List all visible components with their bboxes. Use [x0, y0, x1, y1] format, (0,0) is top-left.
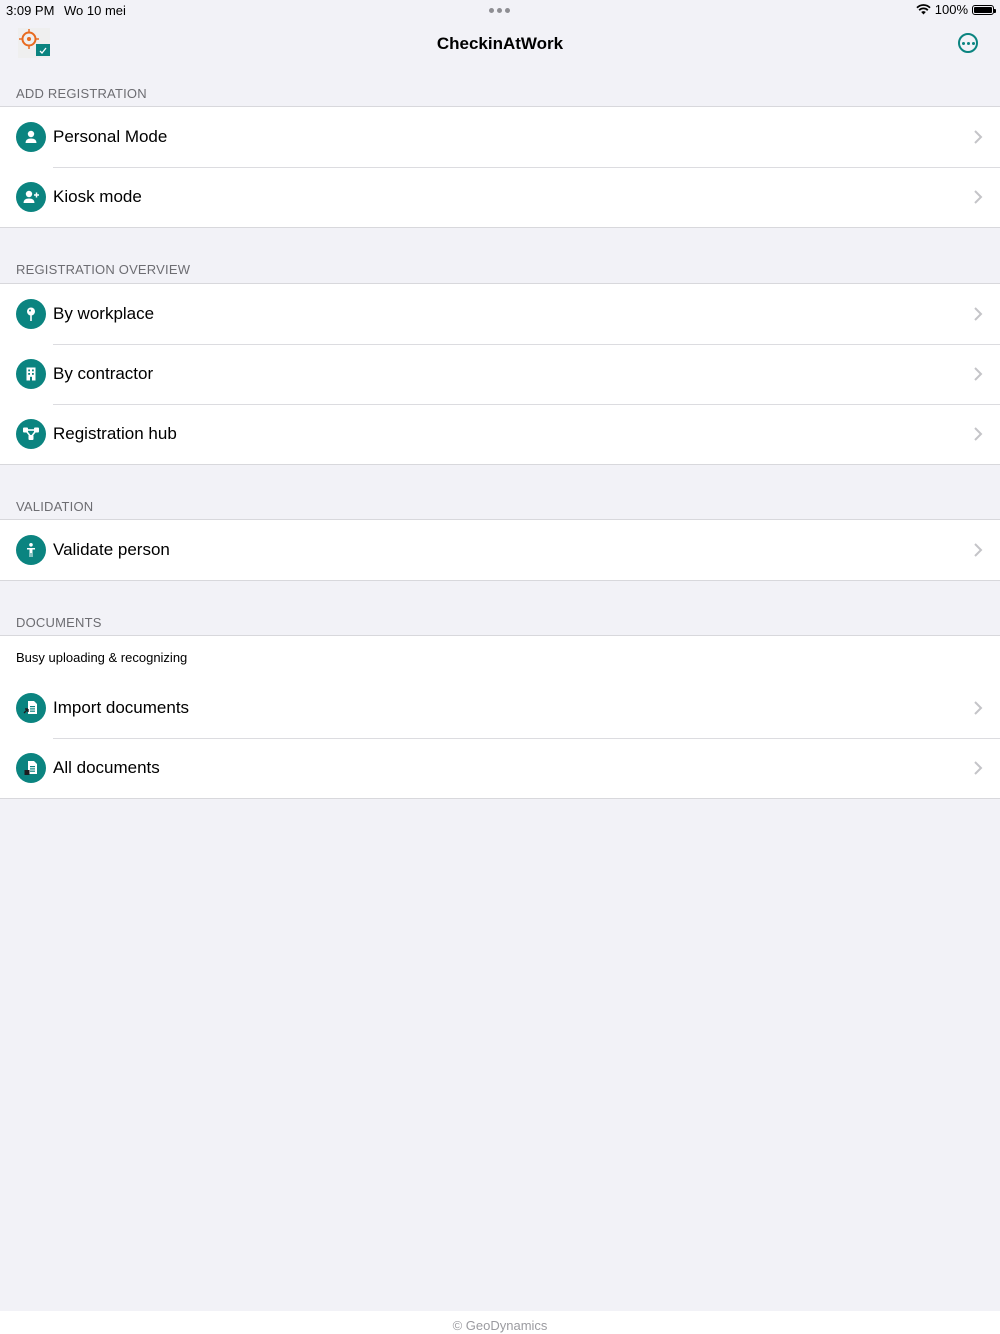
section-header-add-registration: ADD REGISTRATION: [16, 86, 147, 101]
status-bar: 3:09 PM Wo 10 mei 100%: [0, 0, 1000, 20]
registration-overview-group: By workplace By contractor Registration …: [0, 283, 1000, 465]
more-options-button[interactable]: [958, 33, 978, 53]
registration-hub-label: Registration hub: [53, 424, 177, 443]
all-documents-row[interactable]: All documents: [0, 738, 1000, 798]
app-screen: 3:09 PM Wo 10 mei 100% CheckinAtWork ADD…: [0, 0, 1000, 1334]
personal-mode-row[interactable]: Personal Mode: [0, 107, 1000, 167]
chevron-right-icon: [974, 367, 983, 381]
location-pin-icon: [16, 299, 46, 329]
add-registration-group: Personal Mode Kiosk mode: [0, 106, 1000, 228]
chevron-right-icon: [974, 130, 983, 144]
import-documents-row[interactable]: Import documents: [0, 678, 1000, 738]
registration-hub-row[interactable]: Registration hub: [0, 404, 1000, 464]
status-date: Wo 10 mei: [64, 3, 126, 18]
person-standing-icon: [16, 535, 46, 565]
multitasking-dots-icon[interactable]: [489, 8, 510, 13]
hub-icon: [16, 419, 46, 449]
chevron-right-icon: [974, 190, 983, 204]
by-workplace-label: By workplace: [53, 304, 155, 323]
battery-icon: [972, 4, 996, 15]
by-contractor-label: By contractor: [53, 364, 154, 383]
all-documents-label: All documents: [53, 758, 160, 777]
person-add-icon: [16, 182, 46, 212]
by-workplace-row[interactable]: By workplace: [0, 284, 1000, 344]
validate-person-row[interactable]: Validate person: [0, 520, 1000, 580]
page-title: CheckinAtWork: [436, 34, 564, 53]
navigation-bar: CheckinAtWork: [0, 20, 1000, 68]
chevron-right-icon: [974, 307, 983, 321]
kiosk-mode-row[interactable]: Kiosk mode: [0, 167, 1000, 227]
validation-group: Validate person: [0, 519, 1000, 581]
documents-icon: [16, 753, 46, 783]
documents-group: Busy uploading & recognizing Import docu…: [0, 635, 1000, 799]
chevron-right-icon: [974, 543, 983, 557]
person-icon: [16, 122, 46, 152]
upload-status-text: Busy uploading & recognizing: [16, 649, 188, 665]
import-documents-label: Import documents: [53, 698, 190, 717]
footer-copyright: © GeoDynamics: [0, 1311, 1000, 1334]
validate-person-label: Validate person: [53, 540, 170, 559]
upload-status-row: Busy uploading & recognizing: [0, 636, 1000, 678]
building-icon: [16, 359, 46, 389]
section-header-registration-overview: REGISTRATION OVERVIEW: [16, 262, 191, 277]
status-time: 3:09 PM: [6, 3, 55, 18]
section-header-documents: DOCUMENTS: [16, 615, 102, 630]
battery-percent: 100%: [934, 2, 968, 17]
document-import-icon: [16, 693, 46, 723]
personal-mode-label: Personal Mode: [53, 127, 168, 146]
section-header-validation: VALIDATION: [16, 499, 94, 514]
status-indicators: 100%: [916, 2, 996, 17]
chevron-right-icon: [974, 761, 983, 775]
chevron-right-icon: [974, 701, 983, 715]
kiosk-mode-label: Kiosk mode: [53, 187, 142, 206]
chevron-right-icon: [974, 427, 983, 441]
wifi-icon: [916, 4, 931, 15]
by-contractor-row[interactable]: By contractor: [0, 344, 1000, 404]
